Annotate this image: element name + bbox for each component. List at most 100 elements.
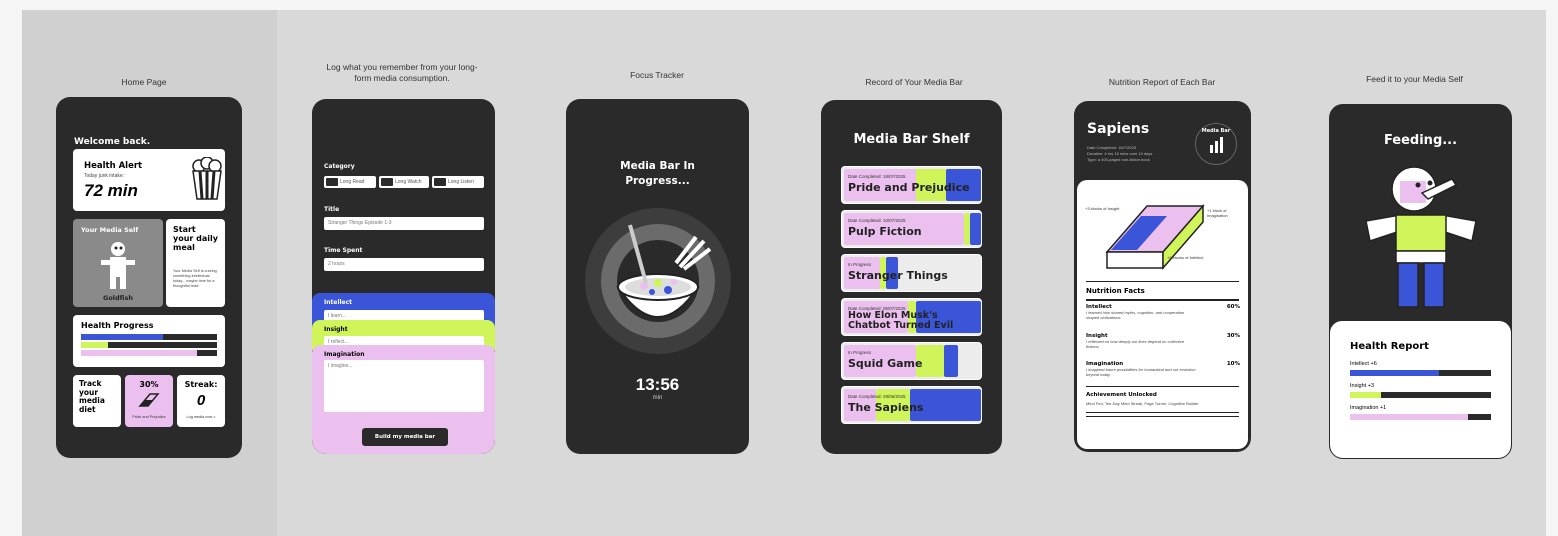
shelf-item-date: Date Completed: 29/06/2025 [848,394,906,399]
intellect-label: Intellect [324,299,353,306]
shelf-item[interactable]: In Progress Squid Game [841,342,982,380]
shelf-item-title: Stranger Things [848,269,948,282]
build-button[interactable]: Build my media bar [362,428,448,446]
shelf-title: Media Bar Shelf [853,132,970,147]
track-card[interactable]: Track your media diet [73,375,121,427]
title-label: Title [324,206,340,213]
caption-focus: Focus Tracker [630,70,684,80]
caption-nutrition: Nutrition Report of Each Bar [1108,77,1216,87]
percent-card[interactable]: 30% Pride and Prejudice [125,375,173,427]
shelf-item-date: In Progress [848,350,872,355]
progress-fill-imagination [81,350,197,356]
title-input[interactable]: Stranger Things Episode 1-3 [324,217,484,230]
design-canvas: Home Page Log what you remember from you… [22,10,1546,536]
shelf-item[interactable]: Date Completed: 05/07/2025 How Elon Musk'… [841,298,982,336]
bar-icon [138,393,160,407]
shelf-item[interactable]: In Progress Stranger Things [841,254,982,292]
annotation-insight: +3 blocks of Insight [1085,206,1120,211]
media-bar-badge-icon: Media Bar [1195,123,1237,165]
focus-phone: Media Bar In Progress... 13:56 min [566,99,749,454]
start-desc: Your Media Self is craving something int… [173,269,217,288]
tag-long-listen-label: Long Listen [448,179,474,185]
fact-desc: I reflected on how deeply our lives depe… [1086,339,1185,349]
imagination-input[interactable]: I imagine... [324,360,484,412]
alert-value: 72 min [84,181,138,200]
self-title: Your Media Self [81,226,139,234]
report-phone: Sapiens Date Completed: 18/7/2025 Durati… [1074,101,1251,452]
progress-fill-intellect [81,334,163,340]
caption-home: Home Page [121,77,167,87]
feed-title: Feeding... [1383,133,1458,148]
shelf-item-date: In Progress [848,262,872,267]
shelf-item-date: Date Completed: 18/07/2025 [848,174,906,179]
category-label: Category [324,163,355,170]
shelf-item-title: Pulp Fiction [848,225,922,238]
fact-pct: 60% [1226,304,1240,310]
tag-long-read-label: Long Read [340,179,365,185]
achievement-title: Achievement Unlocked [1086,392,1157,398]
health-alert-card[interactable]: Health Alert Today junk intake: 72 min [73,149,225,211]
imagination-panel: Imagination I imagine... Build my media … [312,345,495,454]
fact-row: Imagination 10% I imagined future possib… [1086,361,1240,377]
stat-label: Intellect +6 [1350,361,1377,367]
focus-time: 13:56 [635,375,680,394]
tag-long-listen[interactable]: Long Listen [432,176,484,188]
shelf-item-title: The Sapiens [848,401,924,414]
self-name: Goldfish [103,294,133,302]
fact-row: Insight 30% I reflected on how deeply ou… [1086,333,1240,349]
report-body: +3 blocks of Insight +1 block of Imagina… [1077,180,1248,449]
shelf-phone: Media Bar Shelf Date Completed: 18/07/20… [821,100,1002,454]
shelf-item[interactable]: Date Completed: 18/07/2025 Pride and Prej… [841,166,982,204]
stat-label: Imagination +1 [1350,405,1387,411]
tag-long-watch[interactable]: Long Watch [379,176,429,188]
tag-long-watch-label: Long Watch [395,179,422,185]
media-self-card[interactable]: Your Media Self Goldfish [73,219,163,307]
time-input[interactable]: 2 hours [324,258,484,271]
annotation-intellect: +6 blocks of Intellect [1167,255,1204,260]
progress-bar-imagination [81,350,217,356]
shelf-item[interactable]: Date Completed: 10/07/2025 Pulp Fiction [841,210,982,248]
fact-desc: I learned how shared myths, cognition, a… [1086,310,1185,320]
stat-fill-insight [1350,392,1382,398]
streak-card[interactable]: Streak: 0 Log media now > [177,375,225,427]
caption-record: Record of Your Media Bar [865,77,963,87]
start-title: Start your daily meal [173,225,218,252]
start-meal-card[interactable]: Start your daily meal Your Media Self is… [166,219,225,307]
stat-fill-intellect [1350,370,1439,376]
popcorn-icon [192,157,222,200]
bowl-illustration-icon [585,208,731,354]
book-icon [326,178,338,186]
shelf-item-title: Squid Game [848,357,923,370]
track-text: Track your media diet [79,379,105,414]
stat-bar [1350,392,1491,398]
tag-long-read[interactable]: Long Read [324,176,376,188]
feed-phone: Feeding... Health Report Intellect +6 In… [1329,104,1512,459]
health-report-panel: Health Report Intellect +6 Insight +3 Im… [1330,321,1511,458]
percent-value: 30% [139,380,159,389]
report-title: Sapiens [1087,121,1150,137]
stat-bar [1350,414,1491,420]
streak-sub[interactable]: Log media now > [177,415,225,419]
shelf-item-date: Date Completed: 10/07/2025 [848,218,906,223]
bars-icon [1210,137,1223,153]
alert-sub: Today junk intake: [84,173,125,179]
percent-sub: Pride and Prejudice [132,415,166,419]
welcome-text: Welcome back. [74,137,151,147]
health-report-title: Health Report [1350,341,1429,352]
fact-row: Intellect 60% I learned how shared myths… [1086,304,1240,320]
health-progress-card: Health Progress [73,315,225,367]
stat-label: Insight +3 [1350,383,1375,389]
progress-fill-insight [81,342,109,348]
report-meta: Date Completed: 18/7/2025 Duration: 4 hr… [1087,145,1152,163]
home-phone: Welcome back. Health Alert Today junk in… [56,97,242,458]
focus-unit: min [652,395,663,401]
shelf-item[interactable]: Date Completed: 29/06/2025 The Sapiens [841,386,982,424]
stat-bar [1350,370,1491,376]
shelf-item-title: Pride and Prejudice [848,181,970,194]
caption-feed: Feed it to your Media Self [1366,74,1463,84]
alert-title: Health Alert [84,161,143,171]
fact-desc: I imagined future possibilities for huma… [1086,367,1196,377]
stat-fill-imagination [1350,414,1469,420]
log-phone: Category Long Read Long Watch Long Liste… [312,99,495,454]
streak-title: Streak: [184,380,218,389]
